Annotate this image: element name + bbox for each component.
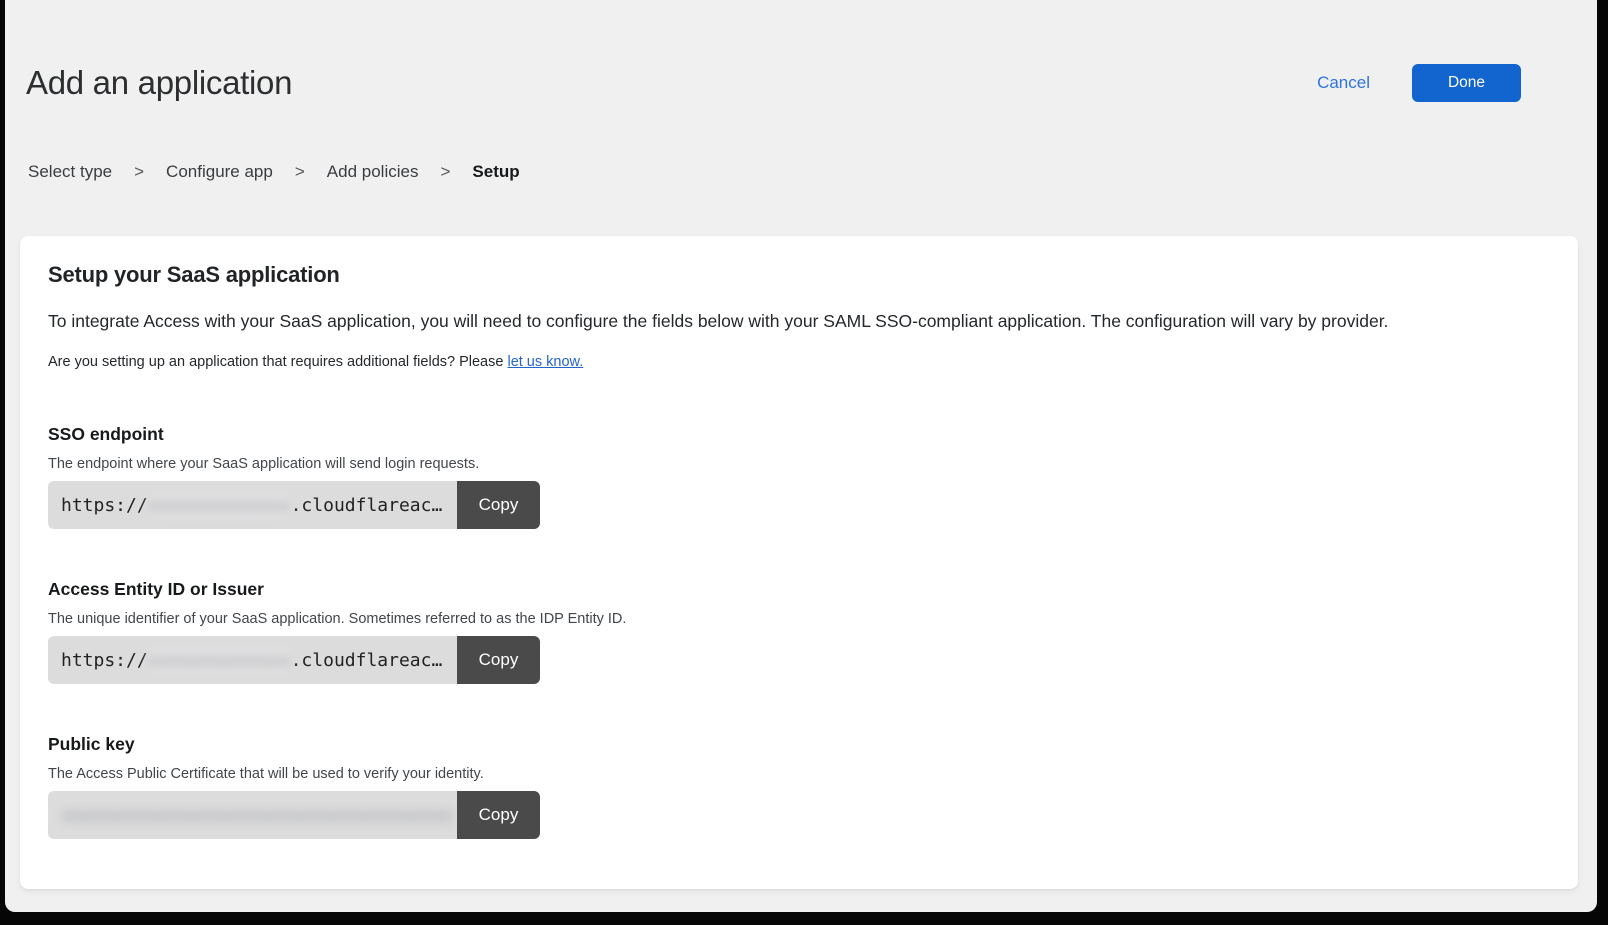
public-key-description: The Access Public Certificate that will … [48,766,1550,782]
breadcrumb-step-setup: Setup [472,162,519,182]
card-note: Are you setting up an application that r… [48,353,1550,372]
value-suffix: .cloudflareac… [291,495,443,516]
breadcrumb-separator: > [295,162,305,182]
setup-card: Setup your SaaS application To integrate… [20,236,1578,889]
copy-button[interactable]: Copy [457,481,540,529]
public-key-section: Public key The Access Public Certificate… [48,734,1550,839]
sso-endpoint-label: SSO endpoint [48,424,1550,445]
note-text: Are you setting up an application that r… [48,354,507,370]
breadcrumb: Select type > Configure app > Add polici… [28,162,1597,182]
public-key-label: Public key [48,734,1550,755]
copy-button[interactable]: Copy [457,791,540,839]
access-entity-id-section: Access Entity ID or Issuer The unique id… [48,579,1550,684]
window-frame: Add an application Cancel Done Select ty… [0,0,1608,925]
access-entity-id-value: https://xxxxxxxxxxxxx.cloudflareac… [48,636,457,684]
breadcrumb-step-add-policies[interactable]: Add policies [327,162,419,182]
header-actions: Cancel Done [1317,64,1521,102]
sso-endpoint-section: SSO endpoint The endpoint where your Saa… [48,424,1550,529]
public-key-copy-row: xxxxxxxxxxxxxxxxxxxxxxxxxxxxxxxxxxxx Cop… [48,791,540,839]
redacted-value-blur: xxxxxxxxxxxxxxxxxxxxxxxxxxxxxxxxxxxx [62,805,452,826]
done-button[interactable]: Done [1412,64,1521,102]
card-intro: To integrate Access with your SaaS appli… [48,310,1550,333]
cancel-button[interactable]: Cancel [1317,73,1370,93]
public-key-value: xxxxxxxxxxxxxxxxxxxxxxxxxxxxxxxxxxxx [48,791,457,839]
breadcrumb-step-configure-app[interactable]: Configure app [166,162,273,182]
breadcrumb-separator: > [134,162,144,182]
card-heading: Setup your SaaS application [48,262,1550,288]
redacted-value-blur: xxxxxxxxxxxxx [149,650,290,671]
value-prefix: https:// [61,650,148,671]
copy-button[interactable]: Copy [457,636,540,684]
page-header: Add an application Cancel Done [5,0,1597,104]
app-background: Add an application Cancel Done Select ty… [5,0,1597,912]
redacted-value-blur: xxxxxxxxxxxxx [149,495,290,516]
sso-endpoint-description: The endpoint where your SaaS application… [48,456,1550,472]
access-entity-id-label: Access Entity ID or Issuer [48,579,1550,600]
sso-endpoint-value: https://xxxxxxxxxxxxx.cloudflareac… [48,481,457,529]
access-entity-id-description: The unique identifier of your SaaS appli… [48,611,1550,627]
breadcrumb-separator: > [440,162,450,182]
access-entity-id-copy-row: https://xxxxxxxxxxxxx.cloudflareac… Copy [48,636,540,684]
sso-endpoint-copy-row: https://xxxxxxxxxxxxx.cloudflareac… Copy [48,481,540,529]
let-us-know-link[interactable]: let us know. [507,354,583,370]
value-suffix: .cloudflareac… [291,650,443,671]
page-title: Add an application [26,62,292,104]
breadcrumb-step-select-type[interactable]: Select type [28,162,112,182]
value-prefix: https:// [61,495,148,516]
